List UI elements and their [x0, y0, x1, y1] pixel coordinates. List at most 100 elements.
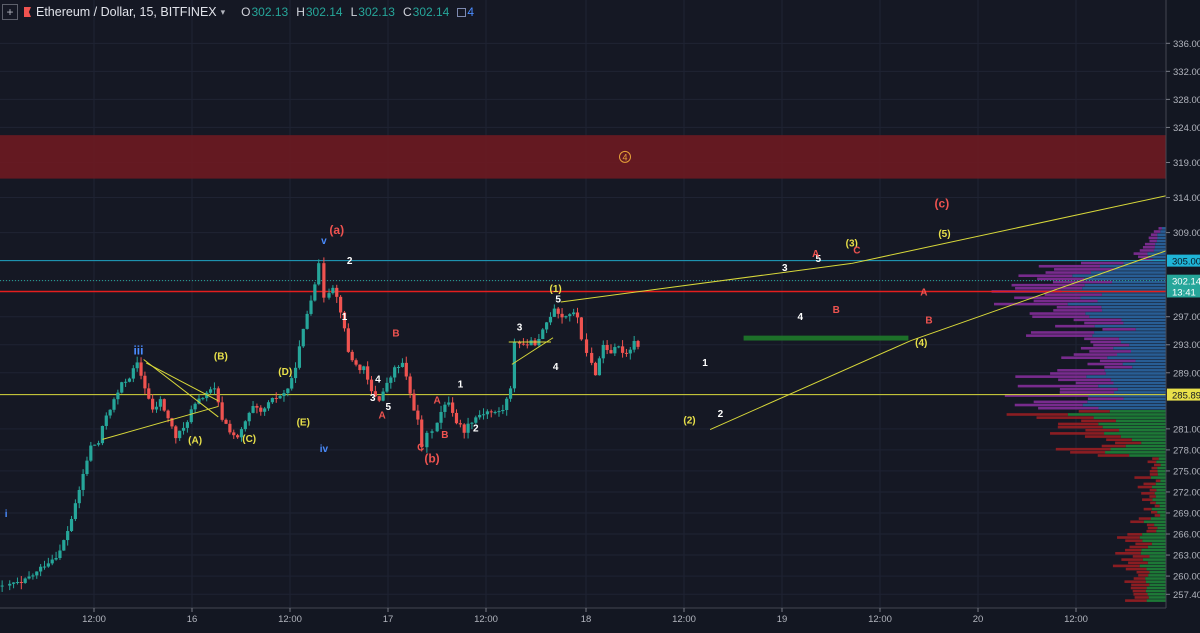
candle-body	[232, 432, 236, 436]
candle-body	[11, 582, 16, 584]
candle-body	[366, 366, 370, 380]
volume-profile-bar	[1113, 346, 1166, 350]
volume-profile-bar	[1099, 359, 1136, 363]
candle-body	[493, 412, 497, 414]
badge-305: 305.00	[1172, 257, 1200, 268]
volume-profile-bar	[1038, 406, 1099, 410]
volume-profile-bar	[1015, 375, 1087, 378]
candle-body	[508, 388, 513, 399]
volume-profile-bar	[1158, 457, 1166, 460]
volume-profile-bar	[1125, 539, 1143, 542]
candle-body	[35, 571, 39, 576]
chevron-down-icon[interactable]: ▾	[221, 7, 226, 18]
candle-body	[100, 425, 105, 444]
volume-profile-bar	[1154, 492, 1166, 495]
volume-profile-bar	[1059, 391, 1114, 394]
volume-profile-bar	[1138, 574, 1149, 577]
volume-profile-bar	[1015, 287, 1083, 290]
volume-profile-bar	[1037, 277, 1085, 281]
indicators-toggle-icon[interactable]	[457, 7, 467, 17]
volume-profile-bar	[1146, 567, 1166, 571]
wave-label: (c)	[935, 196, 950, 210]
volume-profile-bar	[1101, 305, 1166, 309]
wave-label: iii	[133, 344, 143, 358]
candle-body	[39, 566, 43, 572]
wave-label: B	[925, 316, 932, 327]
volume-profile-bar	[1148, 596, 1166, 599]
volume-profile-bar	[1115, 441, 1142, 445]
candle-body	[293, 367, 298, 379]
volume-profile-bar	[1044, 293, 1102, 296]
flag-icon[interactable]	[24, 7, 31, 17]
chart-area[interactable]: 4 i iii v iv (a) (b) (c) (B) (D) (A) (C) (E) (1) (2)(…	[0, 0, 1200, 628]
candle-body	[166, 410, 170, 419]
candle-body	[27, 576, 31, 579]
volume-profile-bar	[1078, 410, 1110, 413]
volume-profile-bar	[1102, 309, 1166, 312]
candle-body	[224, 419, 228, 424]
candle-body	[358, 364, 362, 371]
indicator-count[interactable]: 4	[467, 5, 474, 19]
volume-profile-bar	[1030, 331, 1095, 334]
volume-profile-bar	[1006, 413, 1068, 416]
volume-profile-bar	[1154, 504, 1160, 508]
volume-profile-bar	[1084, 337, 1119, 341]
price-chart[interactable]: 4 iiiiviv(a)(b)(c)(B)(D)(A) (C)(E)(1)(2)(…	[0, 0, 1200, 628]
wave-label: 5	[555, 295, 561, 306]
volume-profile-bar	[1149, 239, 1157, 243]
volume-profile-bar	[1131, 438, 1166, 442]
volume-profile-bar	[1147, 593, 1166, 596]
candle-body	[259, 407, 263, 412]
wave-label: iv	[320, 444, 329, 455]
time-tick-label: 16	[187, 614, 198, 625]
wave-label: C	[417, 443, 424, 454]
volume-profile-bar	[1099, 264, 1166, 268]
candle-body	[620, 346, 625, 353]
volume-profile-bar	[1160, 230, 1166, 233]
candle-body	[212, 388, 217, 390]
volume-profile-bar	[1101, 293, 1166, 296]
volume-profile-bar	[1050, 432, 1105, 435]
candle-body	[131, 368, 135, 379]
volume-profile-bar	[1147, 526, 1158, 530]
add-symbol-icon[interactable]: +	[2, 4, 18, 20]
volume-profile-bar	[1109, 410, 1166, 413]
volume-profile-bar	[1132, 589, 1146, 593]
time-axis[interactable]	[0, 608, 1200, 628]
volume-profile-bar	[1055, 447, 1111, 451]
symbol-title[interactable]: Ethereum / Dollar, 15, BITFINEX	[36, 5, 217, 19]
price-tick-label: 314.00	[1173, 193, 1200, 204]
volume-profile-bar	[1159, 504, 1166, 508]
volume-profile-bar	[1146, 523, 1155, 527]
candle-body	[15, 582, 20, 584]
candle-body	[548, 316, 553, 323]
volume-profile-bar	[1029, 312, 1086, 315]
volume-profile-bar	[1084, 277, 1166, 281]
wave-label: 3	[517, 323, 523, 334]
volume-profile-bar	[1125, 599, 1147, 602]
candle-body	[282, 393, 286, 397]
candle-body	[96, 443, 101, 445]
volume-profile-bar	[1094, 331, 1166, 334]
volume-profile-bar	[1121, 318, 1166, 322]
resistance-zone[interactable]	[0, 135, 1166, 179]
price-tick-label: 297.00	[1173, 312, 1200, 323]
candle-body	[181, 427, 186, 431]
volume-profile-bar	[1084, 283, 1166, 287]
candle-body	[369, 379, 374, 392]
volume-profile-bar	[1082, 403, 1166, 407]
volume-profile-bar	[1110, 447, 1166, 451]
volume-profile-bar	[1089, 315, 1166, 319]
candle-body	[263, 408, 267, 412]
volume-profile-bar	[1129, 454, 1166, 457]
volume-profile-bar	[1058, 422, 1099, 426]
candle-body	[601, 344, 605, 359]
wave-label: B	[441, 430, 448, 441]
candle-body	[139, 362, 143, 376]
candle-body	[564, 316, 568, 318]
volume-profile-bar	[1143, 507, 1152, 511]
volume-profile-bar	[1059, 387, 1118, 391]
wave-label: v	[321, 236, 327, 247]
consolidation-zone	[743, 335, 909, 341]
time-tick-label: 12:00	[82, 614, 106, 625]
